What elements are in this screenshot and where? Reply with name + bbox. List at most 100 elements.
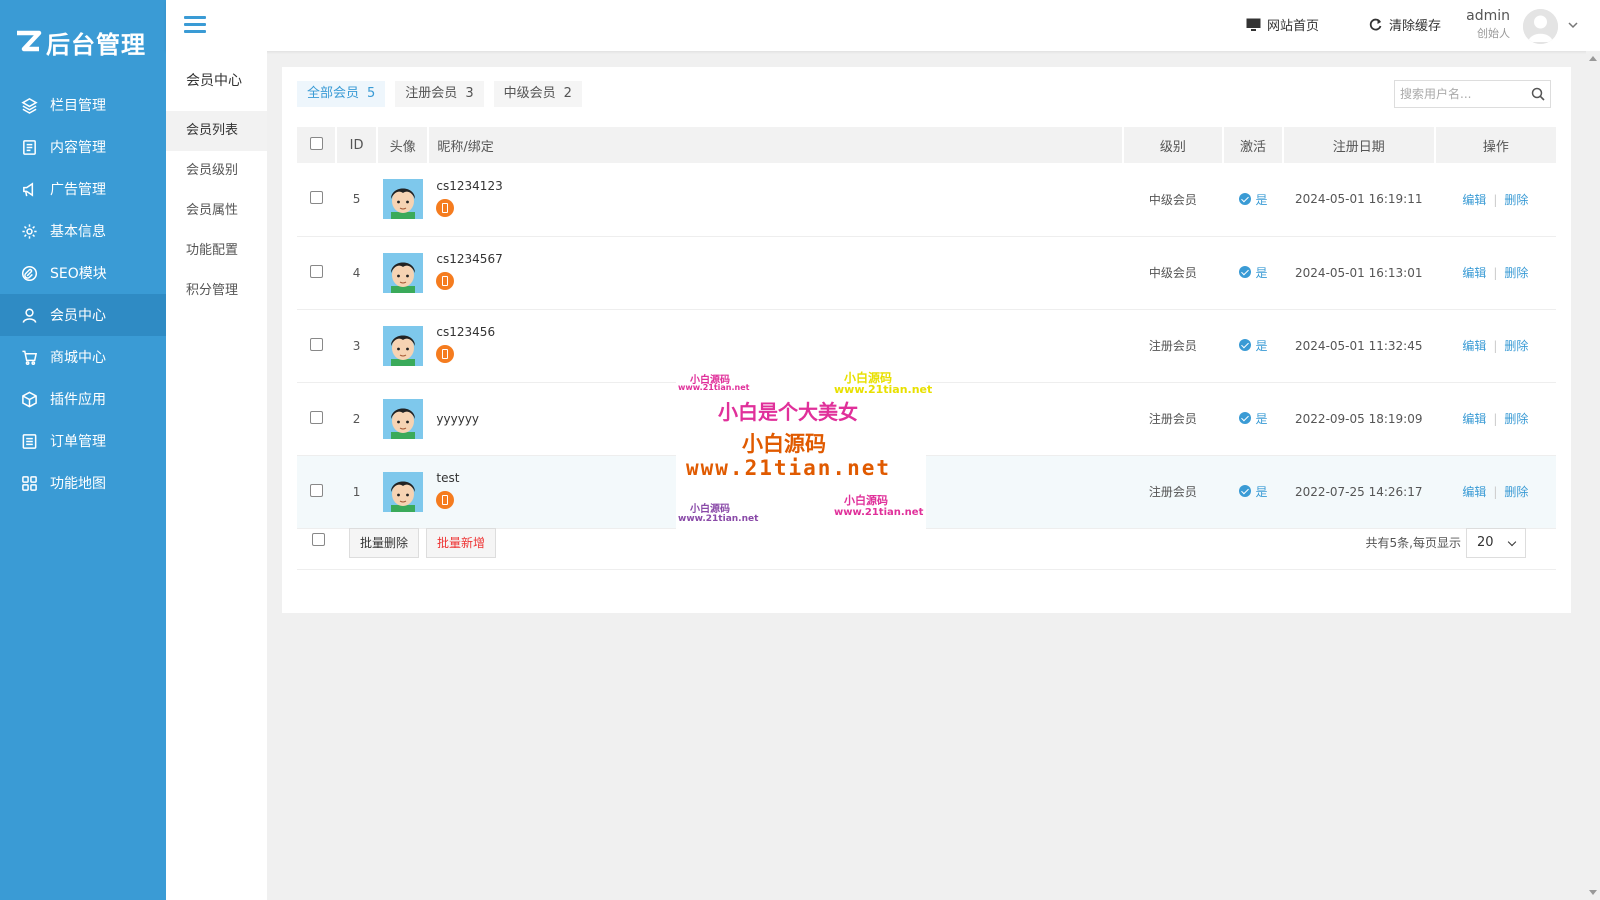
sub-item-config[interactable]: 功能配置	[166, 231, 267, 271]
row-level: 注册会员	[1122, 382, 1224, 456]
sidebar-item-8[interactable]: 订单管理	[0, 420, 166, 462]
tab-registered-members[interactable]: 注册会员 3	[395, 81, 484, 107]
phone-bind-icon	[436, 272, 455, 290]
logo-text: 后台管理	[46, 30, 146, 59]
list-icon	[20, 432, 38, 450]
tab-mid-members[interactable]: 中级会员 2	[493, 81, 582, 107]
delete-link[interactable]: 删除	[1504, 485, 1528, 499]
search-box	[1394, 80, 1551, 108]
row-active-cell: 是	[1223, 309, 1283, 383]
edit-link[interactable]: 编辑	[1462, 339, 1486, 353]
row-level: 注册会员	[1122, 455, 1224, 529]
sidebar-item-label: 插件应用	[50, 392, 106, 408]
row-avatar-cell	[377, 163, 429, 237]
row-checkbox[interactable]	[310, 191, 323, 205]
footer-select-all-checkbox[interactable]	[312, 533, 325, 546]
sidebar-item-2[interactable]: 广告管理	[0, 168, 166, 210]
delete-link[interactable]: 删除	[1504, 266, 1528, 280]
search-icon[interactable]	[1531, 87, 1545, 101]
sub-sidebar: 会员中心 会员列表 会员级别 会员属性 功能配置 积分管理	[166, 51, 267, 900]
page-scrollbar[interactable]	[1586, 51, 1600, 900]
row-nick-cell: test	[428, 455, 1123, 529]
sidebar-item-1[interactable]: 内容管理	[0, 126, 166, 168]
tab-label: 中级会员	[503, 86, 556, 101]
delete-link[interactable]: 删除	[1504, 193, 1528, 207]
row-id: 1	[336, 455, 378, 529]
site-home-label: 网站首页	[1267, 19, 1320, 34]
sub-item-member-level[interactable]: 会员级别	[166, 151, 267, 191]
sidebar-item-9[interactable]: 功能地图	[0, 462, 166, 504]
edit-link[interactable]: 编辑	[1462, 266, 1486, 280]
row-id: 2	[336, 382, 378, 456]
row-nick-cell: cs1234123	[428, 163, 1123, 237]
select-all-checkbox[interactable]	[309, 136, 323, 150]
pager-text: 共有5条,每页显示	[1365, 536, 1461, 550]
sidebar-item-label: 基本信息	[50, 224, 106, 240]
tab-all-members[interactable]: 全部会员 5	[297, 81, 386, 107]
phone-bind-icon	[436, 198, 455, 217]
row-active: 是	[1255, 484, 1268, 499]
sidebar-item-6[interactable]: 商城中心	[0, 336, 166, 378]
edit-link[interactable]: 编辑	[1462, 412, 1486, 426]
member-avatar	[382, 398, 423, 439]
member-avatar	[382, 252, 423, 293]
op-separator: |	[1493, 412, 1498, 426]
sidebar-item-0[interactable]: 栏目管理	[0, 84, 166, 126]
sub-item-points[interactable]: 积分管理	[166, 271, 267, 311]
scroll-up-icon[interactable]	[1589, 56, 1597, 61]
row-nick: test	[436, 471, 460, 485]
delete-link[interactable]: 删除	[1504, 339, 1528, 353]
header-avatar: 头像	[377, 127, 430, 163]
row-checkbox[interactable]	[310, 337, 323, 351]
sidebar-item-7[interactable]: 插件应用	[0, 378, 166, 420]
edit-link[interactable]: 编辑	[1462, 485, 1486, 499]
phone-bind-icon	[436, 491, 455, 509]
cart-icon	[20, 348, 38, 366]
row-checkbox[interactable]	[310, 483, 323, 497]
batch-delete-button[interactable]: 批量删除	[349, 528, 420, 558]
clear-cache-label: 清除缓存	[1389, 19, 1442, 34]
logo[interactable]: 后台管理	[0, 0, 166, 84]
megaphone-icon	[20, 180, 38, 198]
row-nick: yyyyyy	[436, 411, 480, 426]
sidebar-item-5[interactable]: 会员中心	[0, 294, 166, 336]
row-date: 2024-05-01 16:13:01	[1282, 236, 1435, 310]
menu-toggle-icon[interactable]	[184, 16, 206, 34]
row-select-cell	[297, 236, 337, 310]
row-select-cell	[297, 455, 337, 529]
scroll-down-icon[interactable]	[1589, 890, 1597, 895]
row-level: 中级会员	[1122, 236, 1224, 310]
clear-cache-link[interactable]: 清除缓存	[1368, 15, 1441, 34]
row-checkbox[interactable]	[310, 264, 323, 278]
user-avatar[interactable]	[1523, 9, 1558, 44]
chevron-down-icon[interactable]	[1568, 20, 1578, 30]
member-avatar	[382, 179, 423, 220]
check-circle-icon	[1238, 193, 1251, 205]
header-id: ID	[336, 127, 379, 163]
row-ops: 编辑 | 删除	[1434, 163, 1556, 237]
edit-link[interactable]: 编辑	[1462, 193, 1486, 207]
row-checkbox[interactable]	[310, 410, 323, 424]
search-input[interactable]	[1395, 81, 1520, 107]
monitor-icon	[1246, 18, 1261, 31]
member-avatar	[382, 471, 423, 512]
row-active: 是	[1255, 192, 1268, 207]
row-select-cell	[297, 382, 337, 456]
page-size-select[interactable]: 20	[1466, 528, 1526, 558]
user-icon	[20, 306, 38, 324]
table-row: 4 cs1234567 中级会员 是 2024-05-01 16:13:01 编辑 | 删除	[297, 236, 1556, 310]
sub-item-member-list[interactable]: 会员列表	[166, 111, 267, 151]
batch-add-button[interactable]: 批量新增	[426, 528, 497, 558]
sub-item-member-attr[interactable]: 会员属性	[166, 191, 267, 231]
delete-link[interactable]: 删除	[1504, 412, 1528, 426]
site-home-link[interactable]: 网站首页	[1246, 15, 1319, 34]
row-nick-cell: cs1234567	[428, 236, 1123, 310]
sidebar-item-label: 广告管理	[50, 182, 106, 198]
member-table: ID 头像 昵称/绑定 级别 激活 注册日期 操作 5 cs1234123 中级会员…	[297, 127, 1556, 529]
sidebar-item-4[interactable]: SEO模块	[0, 252, 166, 294]
sidebar-item-3[interactable]: 基本信息	[0, 210, 166, 252]
row-date: 2022-07-25 14:26:17	[1282, 455, 1435, 529]
phone-bind-icon	[436, 345, 455, 363]
cube-icon	[20, 390, 38, 408]
user-info[interactable]: admin 创始人	[1466, 8, 1510, 41]
